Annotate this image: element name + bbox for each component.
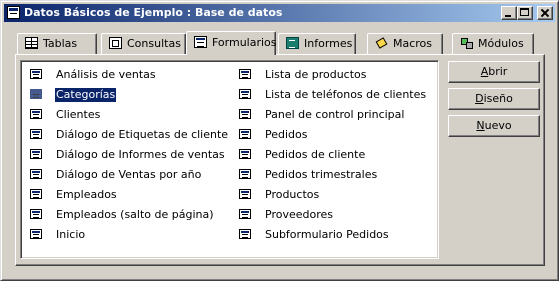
query-icon xyxy=(109,37,122,49)
form-icon xyxy=(239,149,251,159)
database-window: Datos Básicos de Ejemplo : Base de datos… xyxy=(0,0,559,281)
form-icon xyxy=(30,149,42,159)
tab-label: Informes xyxy=(304,37,353,50)
module-icon xyxy=(460,37,473,49)
close-button[interactable] xyxy=(537,6,553,20)
form-icon xyxy=(194,36,207,48)
maximize-button[interactable] xyxy=(517,6,533,20)
form-icon xyxy=(30,89,42,99)
tab-label: Tablas xyxy=(43,37,78,50)
tab-modulos[interactable]: Módulos xyxy=(452,33,534,54)
form-icon xyxy=(239,189,251,199)
form-icon xyxy=(30,229,42,239)
tab-informes[interactable]: Informes xyxy=(278,33,356,54)
tab-macros[interactable]: Macros xyxy=(367,33,443,54)
table-icon xyxy=(25,37,38,49)
design-button[interactable]: Diseño xyxy=(448,88,540,110)
form-icon xyxy=(239,129,251,139)
form-icon xyxy=(239,229,251,239)
form-icon xyxy=(239,109,251,119)
tab-consultas[interactable]: Consultas xyxy=(101,33,186,54)
forms-list[interactable]: Análisis de ventas Categorías Clientes D… xyxy=(20,60,439,259)
report-icon xyxy=(286,37,299,49)
new-button[interactable]: Nuevo xyxy=(448,115,540,137)
window-title: Datos Básicos de Ejemplo : Base de datos xyxy=(24,6,283,19)
tab-tablas[interactable]: Tablas xyxy=(17,33,97,54)
form-icon xyxy=(30,69,42,79)
minimize-button[interactable] xyxy=(501,6,517,20)
object-tabs: Tablas Consultas Formularios Informes Ma… xyxy=(15,31,545,55)
form-icon xyxy=(30,109,42,119)
tab-label: Módulos xyxy=(478,37,524,50)
form-icon xyxy=(30,209,42,219)
form-icon xyxy=(30,189,42,199)
open-button[interactable]: Abrir xyxy=(448,61,540,83)
tab-formularios[interactable]: Formularios xyxy=(186,31,277,55)
form-icon xyxy=(30,129,42,139)
tab-label: Macros xyxy=(393,37,433,50)
database-icon[interactable] xyxy=(7,6,20,19)
macro-icon xyxy=(373,35,390,52)
tab-label: Consultas xyxy=(127,37,181,50)
form-icon xyxy=(239,209,251,219)
form-icon xyxy=(30,169,42,179)
form-icon xyxy=(239,89,251,99)
form-icon xyxy=(239,169,251,179)
form-icon xyxy=(239,69,251,79)
tab-label: Formularios xyxy=(212,36,277,49)
title-bar[interactable]: Datos Básicos de Ejemplo : Base de datos xyxy=(4,4,555,22)
